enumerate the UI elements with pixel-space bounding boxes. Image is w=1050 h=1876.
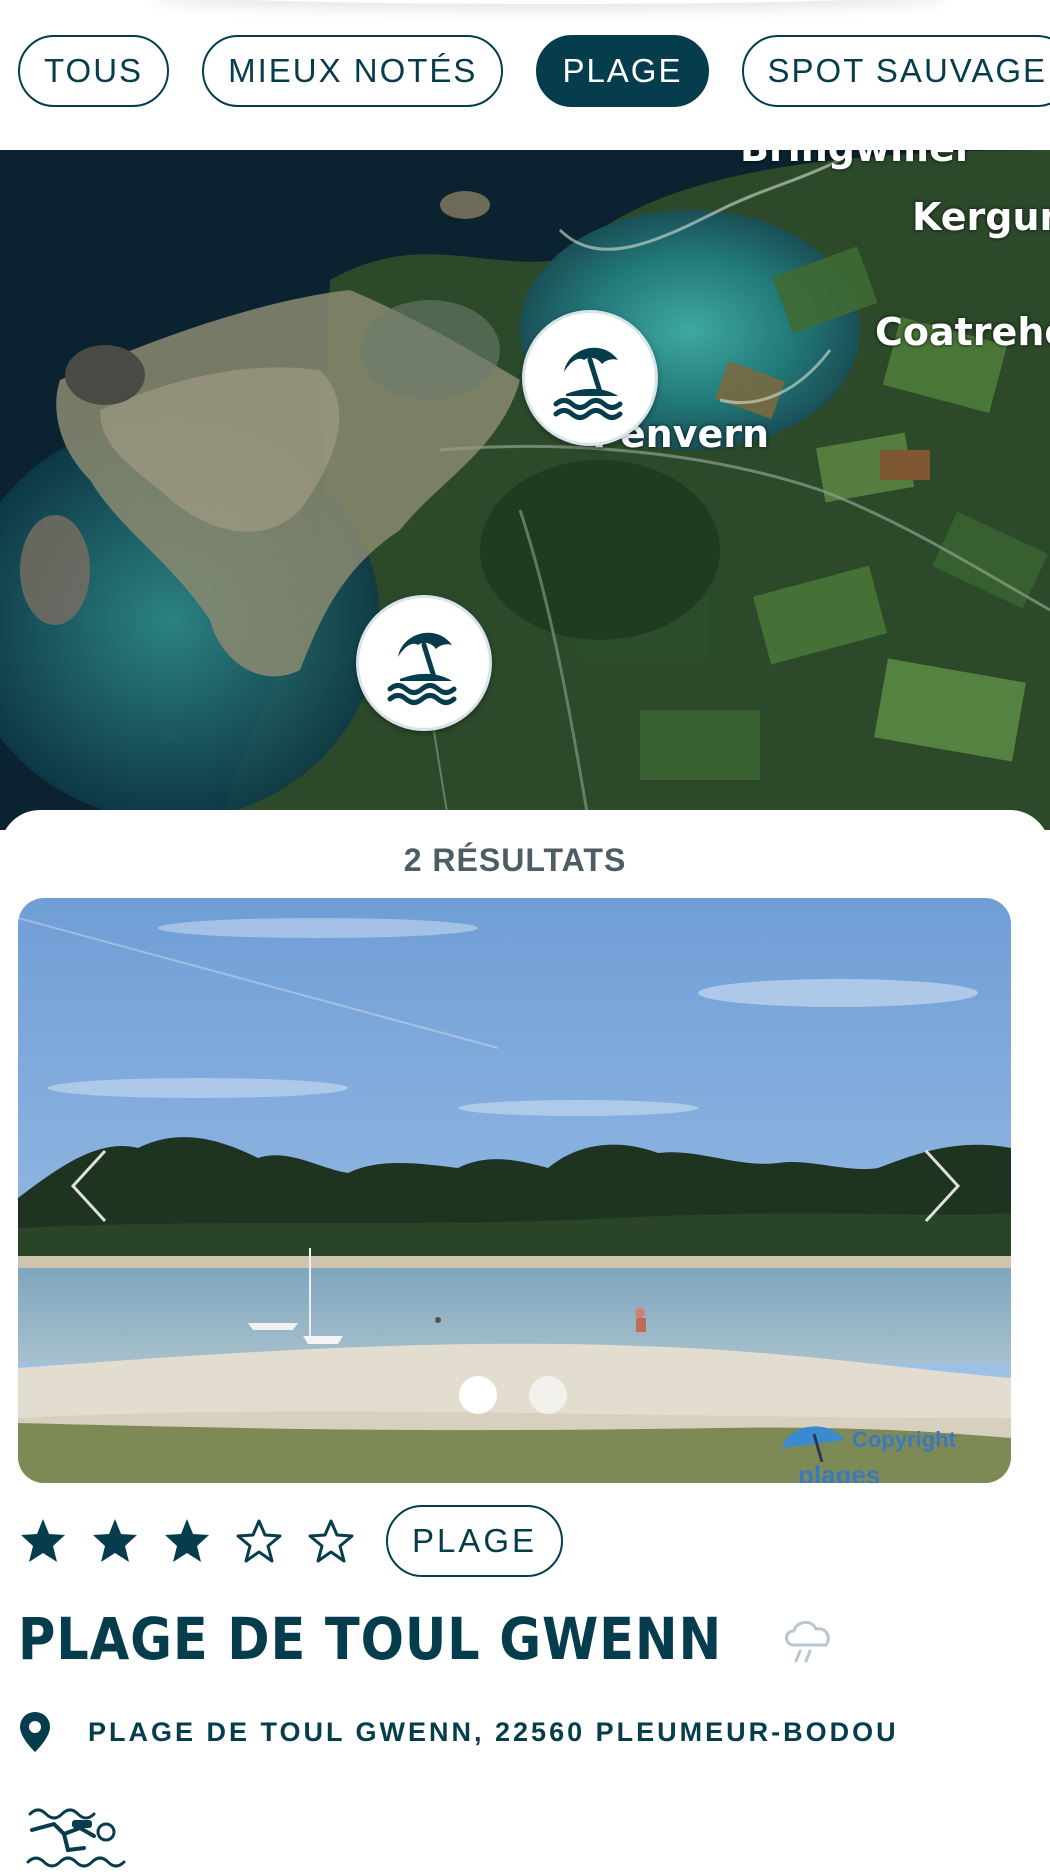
satellite-map[interactable]: Bringwiller Kergun Coatreho Penvern (0, 150, 1050, 830)
beach-photo-carousel[interactable]: Copyright plages (18, 898, 1011, 1483)
carousel-prev-button[interactable] (63, 1141, 123, 1231)
filter-chips: TOUS MIEUX NOTÉS PLAGE SPOT SAUVAGE ÉC (18, 35, 1050, 107)
map-imagery (0, 150, 1050, 830)
category-tag: PLAGE (386, 1505, 564, 1577)
cloud-rain-icon (785, 1621, 831, 1663)
star-outline-icon (308, 1519, 354, 1563)
beach-title[interactable]: PLAGE DE TOUL GWENN (18, 1605, 722, 1673)
top-shadow (150, 0, 950, 4)
results-sheet: 2 RÉSULTATS Copyright plages PLAGE PLAGE… (0, 810, 1050, 1876)
star-outline-icon (236, 1519, 282, 1563)
map-label-kergun: Kergun (912, 195, 1050, 239)
beach-address: PLAGE DE TOUL GWENN, 22560 PLEUMEUR-BODO… (88, 1716, 899, 1747)
map-label-coatreho: Coatreho (875, 310, 1050, 354)
watermark-text: Copyright (852, 1427, 956, 1452)
beach-marker-2[interactable] (356, 595, 492, 731)
carousel-dot-active[interactable] (459, 1376, 497, 1414)
map-label-bringwiller: Bringwiller (740, 150, 974, 170)
diving-icon (26, 1808, 126, 1868)
umbrella-logo-icon (782, 1426, 844, 1462)
filter-chip-mieux-notes[interactable]: MIEUX NOTÉS (202, 35, 504, 107)
beach-umbrella-icon (553, 347, 623, 420)
address-row: PLAGE DE TOUL GWENN, 22560 PLEUMEUR-BODO… (18, 1710, 899, 1754)
star-filled-icon (93, 1519, 137, 1562)
chevron-right-icon (924, 1149, 961, 1223)
chevron-left-icon (70, 1149, 107, 1223)
filter-bar: TOUS MIEUX NOTÉS PLAGE SPOT SAUVAGE ÉC (0, 0, 1050, 150)
filter-chip-spot-sauvage[interactable]: SPOT SAUVAGE (741, 35, 1050, 107)
watermark-brand: plages (798, 1460, 881, 1483)
carousel-dot[interactable] (529, 1376, 567, 1414)
carousel-next-button[interactable] (908, 1141, 968, 1231)
beach-marker-1[interactable] (522, 310, 658, 446)
filter-chip-plage[interactable]: PLAGE (536, 35, 709, 107)
beach-umbrella-icon (387, 632, 457, 705)
location-pin-icon (20, 1712, 50, 1752)
photo-watermark: Copyright (778, 1418, 956, 1462)
rating-row: PLAGE (18, 1505, 564, 1577)
filter-chip-tous[interactable]: TOUS (18, 35, 170, 107)
results-count: 2 RÉSULTATS (403, 842, 627, 878)
carousel-dots (459, 1376, 567, 1414)
star-filled-icon (165, 1519, 209, 1562)
title-row: PLAGE DE TOUL GWENN (18, 1605, 838, 1673)
star-filled-icon (21, 1519, 65, 1562)
